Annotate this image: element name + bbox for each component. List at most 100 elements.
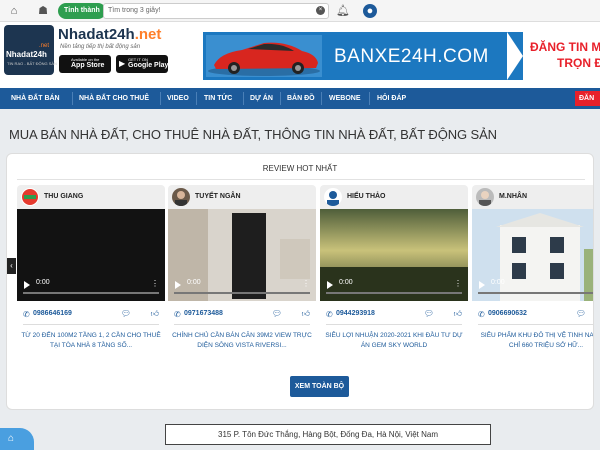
site-name[interactable]: Nhadat24h.net: [58, 26, 161, 43]
chat-icon[interactable]: 💬︎: [121, 309, 131, 318]
card-description[interactable]: SIÊU PHẨM KHU ĐÔ THỊ VỆ TINH NAM SÀI CHỈ…: [476, 331, 593, 351]
top-bar: ⌂ ☗ Tỉnh thành Tìm trong 3 giây! × 🔔︎ ●: [0, 0, 600, 22]
card-contact-row: ✆ 0971673488 💬︎ 👍︎: [168, 308, 316, 322]
logo-tagline: TIN RAO - BẤT ĐỘNG SẢN: [7, 61, 57, 66]
card-divider: [478, 324, 593, 325]
card-divider: [23, 324, 159, 325]
phone-icon: ✆: [478, 310, 485, 319]
card-description[interactable]: SIÊU LỢI NHUẬN 2020-2021 KHI ĐẦU TƯ DỰ Á…: [324, 331, 464, 351]
card-divider: [174, 324, 310, 325]
video-progress-bar[interactable]: [174, 292, 310, 294]
review-card[interactable]: TUYẾT NGÂN 0:00 ⋮ ✆ 0971673488 💬︎ 👍︎ CHÍ…: [168, 185, 316, 373]
ad-banner[interactable]: BANXE24H.COM ĐĂNG TIN MIỄN P TRỌN ĐỜI: [203, 32, 600, 80]
nav-item-ban-do[interactable]: BẢN ĐỒ: [287, 88, 315, 109]
card-username: THU GIANG: [44, 193, 84, 200]
google-play-button[interactable]: ▶ GET IT ON Google Play: [116, 55, 168, 73]
video-player[interactable]: 0:00 ⋮: [472, 209, 593, 301]
avatar: [21, 188, 39, 206]
nav-item-du-an[interactable]: DỰ ÁN: [250, 88, 273, 109]
review-card[interactable]: HIẾU THẢO 0:00 ⋮ ✆ 0944293918 💬︎ 👍︎ SIÊU…: [320, 185, 468, 373]
chat-icon[interactable]: 💬︎: [576, 309, 586, 318]
home-icon: ⌂: [8, 433, 15, 444]
site-logo[interactable]: .net Nhadat24h TIN RAO - BẤT ĐỘNG SẢN: [4, 25, 57, 75]
search-input[interactable]: Tìm trong 3 giây! ×: [103, 3, 329, 19]
card-username: TUYẾT NGÂN: [195, 193, 241, 200]
more-options-icon[interactable]: ⋮: [151, 279, 159, 288]
main-nav: NHÀ ĐẤT BÁN NHÀ ĐẤT CHO THUÊ VIDEO TIN T…: [0, 88, 600, 109]
avatar: [172, 188, 190, 206]
clear-search-icon[interactable]: ×: [316, 6, 325, 15]
like-icon[interactable]: 👍︎: [302, 309, 310, 319]
card-divider: [326, 324, 462, 325]
nav-item-nha-dat-cho-thue[interactable]: NHÀ ĐẤT CHO THUÊ: [79, 88, 149, 109]
card-username: M.NHÂN: [499, 193, 527, 200]
see-all-button[interactable]: XEM TOÀN BỘ: [290, 376, 349, 397]
banner-arrow-icon: [507, 32, 523, 80]
nav-divider: [321, 92, 322, 105]
play-icon: ▶: [119, 59, 126, 68]
video-time: 0:00: [491, 279, 505, 286]
card-description[interactable]: CHÍNH CHỦ CẦN BÁN CĂN 39M2 VIEW TRỰC DIỆ…: [172, 331, 312, 351]
nav-divider: [72, 92, 73, 105]
card-contact-row: ✆ 0986646169 💬︎ 👍︎: [17, 308, 165, 322]
user-account-icon[interactable]: ●: [363, 4, 377, 18]
more-options-icon[interactable]: ⋮: [302, 279, 310, 288]
nav-item-webone[interactable]: WEBONE: [329, 88, 361, 109]
city-selector-button[interactable]: Tỉnh thành: [58, 3, 106, 19]
nav-item-tin-tuc[interactable]: TIN TỨC: [204, 88, 232, 109]
app-store-button[interactable]: Available on the App Store: [59, 55, 111, 73]
carousel-prev-button[interactable]: ‹: [7, 258, 16, 274]
card-phone[interactable]: 0944293918: [336, 310, 375, 317]
card-phone[interactable]: 0906690632: [488, 310, 527, 317]
card-phone[interactable]: 0986646169: [33, 310, 72, 317]
banner-promo-line2: TRỌN ĐỜI: [557, 56, 600, 70]
card-header: THU GIANG: [17, 185, 165, 209]
card-contact-row: ✆ 0906690632 💬︎ 👍︎: [472, 308, 593, 322]
review-card[interactable]: M.NHÂN 0:00 ⋮ ✆ 0906690632 💬︎ 👍︎: [472, 185, 593, 373]
logo-name: Nhadat24h: [6, 50, 47, 59]
chat-icon[interactable]: 💬︎: [272, 309, 282, 318]
like-icon[interactable]: 👍︎: [454, 309, 462, 319]
video-controls: 0:00 ⋮: [320, 271, 468, 301]
card-header: TUYẾT NGÂN: [168, 185, 316, 209]
card-contact-row: ✆ 0944293918 💬︎ 👍︎: [320, 308, 468, 322]
page-title: MUA BÁN NHÀ ĐẤT, CHO THUÊ NHÀ ĐẤT, THÔNG…: [9, 127, 497, 142]
site-name-main: Nhadat24h: [58, 26, 135, 43]
video-time: 0:00: [36, 279, 50, 286]
more-options-icon[interactable]: ⋮: [454, 279, 462, 288]
home-icon[interactable]: ⌂: [7, 4, 21, 18]
post-listing-button[interactable]: ĐĂN: [575, 91, 600, 106]
card-username: HIẾU THẢO: [347, 193, 386, 200]
play-icon[interactable]: [479, 281, 485, 289]
banner-promo-line1: ĐĂNG TIN MIỄN P: [530, 40, 600, 54]
video-player[interactable]: 0:00 ⋮: [17, 209, 165, 301]
site-header: .net Nhadat24h TIN RAO - BẤT ĐỘNG SẢN Nh…: [0, 22, 600, 88]
nav-item-hoi-dap[interactable]: HỎI ĐÁP: [377, 88, 406, 109]
nav-item-video[interactable]: VIDEO: [167, 88, 189, 109]
phone-icon: ✆: [174, 310, 181, 319]
video-progress-bar[interactable]: [326, 292, 462, 294]
video-progress-bar[interactable]: [23, 292, 159, 294]
site-name-suffix: .net: [134, 26, 162, 43]
play-icon[interactable]: [24, 281, 30, 289]
chat-icon[interactable]: 💬︎: [424, 309, 434, 318]
banner-brand: BANXE24H.COM: [334, 46, 489, 67]
video-time: 0:00: [187, 279, 201, 286]
bell-icon[interactable]: 🔔︎: [336, 4, 350, 18]
nav-item-nha-dat-ban[interactable]: NHÀ ĐẤT BÁN: [11, 88, 60, 109]
card-phone[interactable]: 0971673488: [184, 310, 223, 317]
play-icon[interactable]: [175, 281, 181, 289]
video-progress-bar[interactable]: [478, 292, 593, 294]
like-icon[interactable]: 👍︎: [151, 309, 159, 319]
video-controls: 0:00 ⋮: [168, 271, 316, 301]
video-player[interactable]: 0:00 ⋮: [168, 209, 316, 301]
floating-action-button[interactable]: [0, 428, 34, 450]
community-icon[interactable]: ☗: [36, 4, 50, 18]
search-placeholder: Tìm trong 3 giây!: [108, 7, 161, 14]
video-player[interactable]: 0:00 ⋮: [320, 209, 468, 301]
video-controls: 0:00 ⋮: [472, 271, 593, 301]
card-description[interactable]: TỪ 20 ĐẾN 100M2 TẦNG 1, 2 CẦN CHO THUÊ T…: [21, 331, 161, 351]
play-icon[interactable]: [327, 281, 333, 289]
review-card[interactable]: THU GIANG 0:00 ⋮ ✆ 0986646169 💬︎ 👍︎ TỪ 2…: [17, 185, 165, 373]
review-title: REVIEW HOT NHẤT: [262, 164, 338, 173]
